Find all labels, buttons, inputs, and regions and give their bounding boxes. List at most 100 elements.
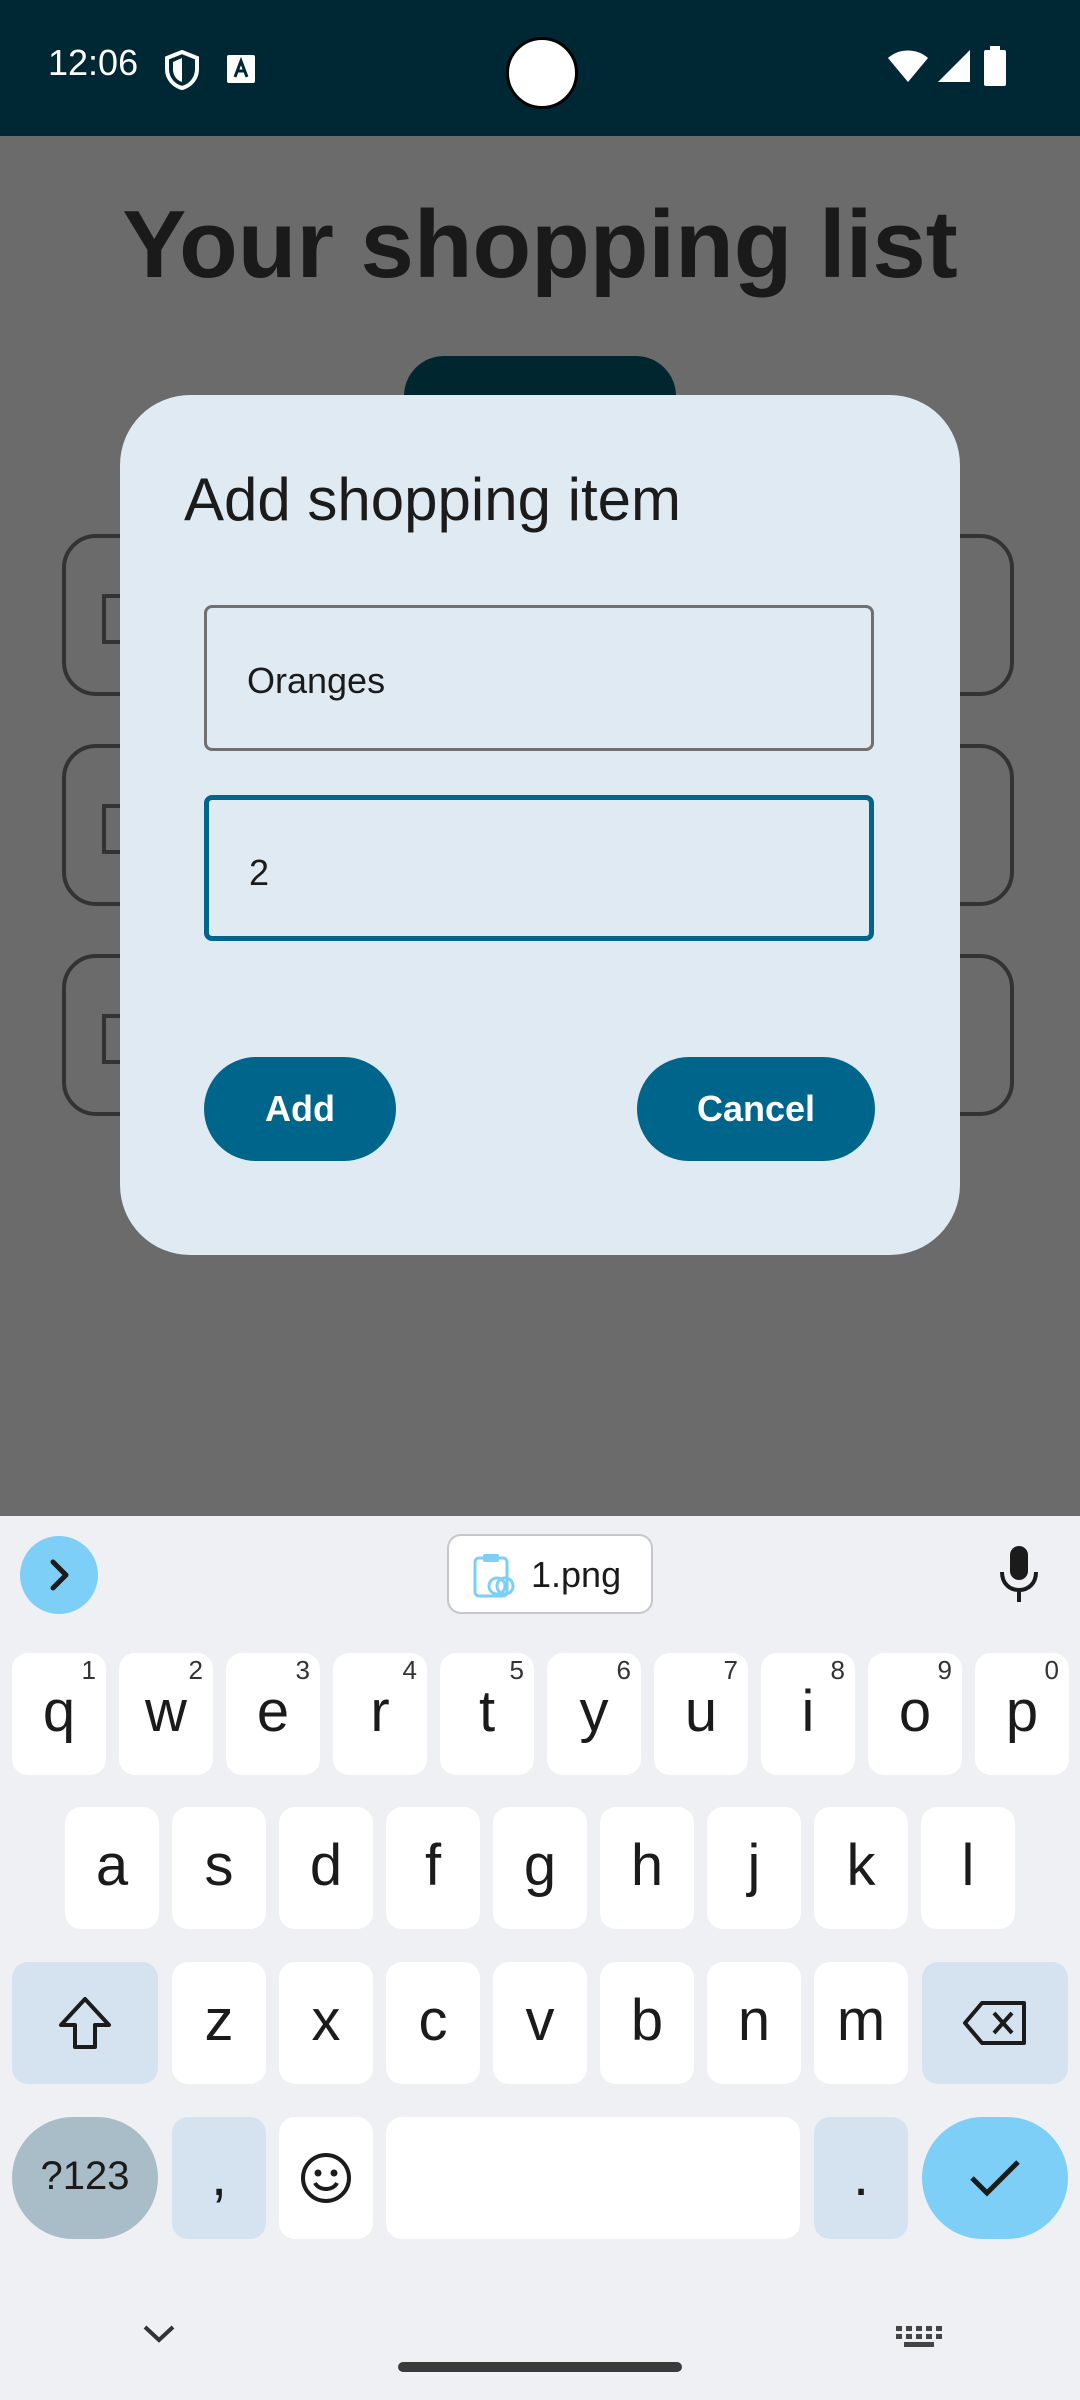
key-b-label: b	[630, 1988, 664, 2053]
a-icon	[227, 55, 255, 83]
key-b[interactable]: b	[600, 1962, 694, 2084]
symbols-key-label: ?123	[40, 2154, 130, 2198]
item-name-field[interactable]: Oranges	[204, 605, 874, 751]
shield-icon	[165, 50, 199, 90]
key-i-hint: 8	[830, 1655, 845, 1685]
key-y-hint: 6	[616, 1655, 631, 1685]
key-h-label: h	[630, 1833, 664, 1898]
key-v[interactable]: v	[493, 1962, 587, 2084]
key-u-label: u	[684, 1679, 718, 1744]
key-p-label: p	[1005, 1679, 1039, 1744]
key-o[interactable]: o9	[868, 1653, 962, 1775]
key-i[interactable]: i8	[761, 1653, 855, 1775]
key-y-label: y	[579, 1679, 609, 1744]
keyboard-switch-icon[interactable]	[896, 2326, 942, 2348]
key-q[interactable]: q1	[12, 1653, 106, 1775]
clipboard-icon	[473, 1554, 515, 1598]
key-u[interactable]: u7	[654, 1653, 748, 1775]
check-icon	[970, 2160, 1020, 2197]
key-l[interactable]: l	[921, 1807, 1015, 1929]
shift-icon	[59, 1997, 111, 2049]
key-w-label: w	[145, 1679, 187, 1744]
key-q-hint: 1	[81, 1655, 96, 1685]
hide-keyboard-icon[interactable]	[142, 2324, 176, 2344]
item-name-value: Oranges	[247, 660, 386, 701]
backspace-key[interactable]	[922, 1962, 1068, 2084]
keyboard: 1. p n g	[0, 1516, 1080, 2400]
status-time: 12:06	[48, 42, 139, 83]
key-d[interactable]: d	[279, 1807, 373, 1929]
key-n[interactable]: n	[707, 1962, 801, 2084]
backspace-icon	[963, 2001, 1026, 2045]
key-x-label: x	[311, 1988, 341, 2053]
key-p[interactable]: p0	[975, 1653, 1069, 1775]
key-z[interactable]: z	[172, 1962, 266, 2084]
key-k[interactable]: k	[814, 1807, 908, 1929]
key-k-label: k	[846, 1833, 876, 1898]
key-l-label: l	[961, 1833, 975, 1898]
clipboard-label: 1.png	[531, 1554, 622, 1595]
key-r[interactable]: r4	[333, 1653, 427, 1775]
key-c[interactable]: c	[386, 1962, 480, 2084]
quantity-value: 2	[249, 852, 270, 893]
status-bar: 12:06	[0, 0, 1080, 136]
key-j[interactable]: j	[707, 1807, 801, 1929]
key-y[interactable]: y6	[547, 1653, 641, 1775]
key-z-label: z	[204, 1988, 234, 2053]
symbols-key[interactable]: ?123	[12, 2117, 158, 2239]
cancel-button[interactable]: Cancel	[637, 1057, 875, 1161]
period-key-label: .	[852, 2143, 870, 2208]
key-f[interactable]: f	[386, 1807, 480, 1929]
dialog-title: Add shopping item	[184, 466, 681, 533]
comma-key[interactable]: ,	[172, 2117, 266, 2239]
key-p-hint: 0	[1044, 1655, 1059, 1685]
expand-toolbar-button[interactable]	[20, 1536, 98, 1614]
space-key[interactable]	[386, 2117, 800, 2239]
key-h[interactable]: h	[600, 1807, 694, 1929]
key-a-label: a	[95, 1833, 129, 1898]
key-a[interactable]: a	[65, 1807, 159, 1929]
key-d-label: d	[309, 1833, 343, 1898]
key-n-label: n	[737, 1988, 771, 2053]
key-g-label: g	[523, 1833, 557, 1898]
emoji-icon	[301, 2153, 351, 2203]
key-g[interactable]: g	[493, 1807, 587, 1929]
key-m[interactable]: m	[814, 1962, 908, 2084]
key-m-label: m	[836, 1988, 886, 2053]
key-w-hint: 2	[188, 1655, 203, 1685]
add-item-dialog: Add shopping item Oranges 2 Add Cancel	[120, 395, 960, 1255]
key-s-label: s	[204, 1833, 234, 1898]
key-o-hint: 9	[937, 1655, 952, 1685]
key-f-label: f	[424, 1833, 442, 1898]
key-e-label: e	[256, 1679, 290, 1744]
key-e[interactable]: e3	[226, 1653, 320, 1775]
wifi-icon	[888, 50, 928, 82]
key-s[interactable]: s	[172, 1807, 266, 1929]
key-i-label: i	[801, 1679, 815, 1744]
camera-cutout	[506, 37, 578, 109]
period-key[interactable]: .	[814, 2117, 908, 2239]
emoji-key[interactable]	[279, 2117, 373, 2239]
key-x[interactable]: x	[279, 1962, 373, 2084]
key-v-label: v	[525, 1988, 555, 2053]
key-e-hint: 3	[295, 1655, 310, 1685]
quantity-field[interactable]: 2	[204, 795, 874, 941]
home-handle[interactable]	[398, 2362, 682, 2372]
key-r-label: r	[370, 1679, 390, 1744]
key-q-label: q	[42, 1679, 76, 1744]
key-t[interactable]: t5	[440, 1653, 534, 1775]
key-c-label: c	[418, 1988, 448, 2053]
key-w[interactable]: w2	[119, 1653, 213, 1775]
key-j-label: j	[747, 1833, 761, 1898]
page-title: Your shopping list	[122, 191, 958, 298]
microphone-icon[interactable]	[994, 1544, 1044, 1604]
key-r-hint: 4	[402, 1655, 417, 1685]
shift-key[interactable]	[12, 1962, 158, 2084]
key-t-hint: 5	[509, 1655, 524, 1685]
chevron-right-icon	[50, 1559, 69, 1591]
key-o-label: o	[898, 1679, 932, 1744]
clipboard-suggestion[interactable]: 1.png	[447, 1534, 653, 1614]
add-button[interactable]: Add	[204, 1057, 396, 1161]
enter-key[interactable]	[922, 2117, 1068, 2239]
key-t-label: t	[478, 1679, 496, 1744]
